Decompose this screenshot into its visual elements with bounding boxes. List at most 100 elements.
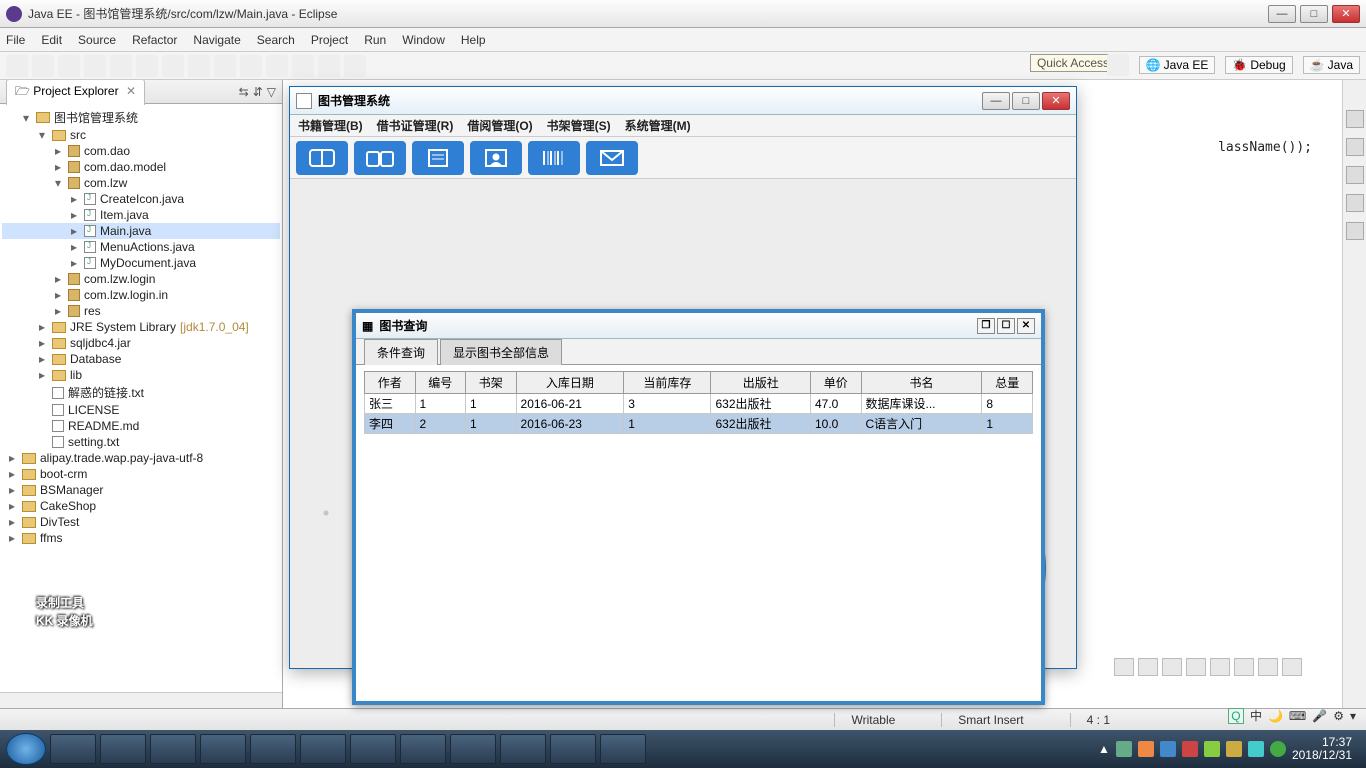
bottom-tool-icon[interactable] — [1114, 658, 1134, 676]
tree-mydocument[interactable]: ▸MyDocument.java — [2, 255, 280, 271]
task-recorder-icon[interactable] — [450, 734, 496, 764]
close-button[interactable]: ✕ — [1332, 5, 1360, 23]
task-paint-icon[interactable] — [300, 734, 346, 764]
tree-database[interactable]: ▸Database — [2, 351, 280, 367]
inner-maximize-button[interactable]: ☐ — [997, 318, 1015, 334]
tree-txt1[interactable]: 解惑的链接.txt — [2, 383, 280, 402]
tool-search-icon[interactable] — [266, 55, 288, 77]
task-wps-icon[interactable] — [550, 734, 596, 764]
tree-ffms[interactable]: ▸ffms — [2, 530, 280, 546]
tool-saveall-icon[interactable] — [58, 55, 80, 77]
perspective-debug[interactable]: 🐞 Debug — [1225, 56, 1292, 74]
cheatsheet-icon[interactable] — [1346, 222, 1364, 240]
tree-lib[interactable]: ▸lib — [2, 367, 280, 383]
menu-window[interactable]: Window — [402, 33, 445, 47]
tree-pkg-dao[interactable]: ▸com.dao — [2, 143, 280, 159]
task-folder-icon[interactable] — [250, 734, 296, 764]
tray-up-icon[interactable]: ▲ — [1098, 742, 1110, 756]
start-button[interactable] — [6, 733, 46, 765]
th-author[interactable]: 作者 — [365, 372, 416, 394]
tree-license[interactable]: LICENSE — [2, 402, 280, 418]
ime-keyboard-icon[interactable]: ⌨ — [1289, 709, 1306, 723]
bottom-tool-icon[interactable] — [1138, 658, 1158, 676]
table-row[interactable]: 张三112016-06-213632出版社47.0数据库课设...8 — [365, 394, 1033, 414]
inner-close-button[interactable]: ✕ — [1017, 318, 1035, 334]
tool-run-icon[interactable] — [136, 55, 158, 77]
tree-alipay[interactable]: ▸alipay.trade.wap.pay-java-utf-8 — [2, 450, 280, 466]
tree-pkg-res[interactable]: ▸res — [2, 303, 280, 319]
tree-pkg-lzw[interactable]: ▾com.lzw — [2, 175, 280, 191]
tray-icon[interactable] — [1160, 741, 1176, 757]
toolbar-user-icon[interactable] — [470, 141, 522, 175]
outline-icon[interactable] — [1346, 110, 1364, 128]
task-eclipse-icon[interactable] — [50, 734, 96, 764]
menu-source[interactable]: Source — [78, 33, 116, 47]
tray-icon[interactable] — [1226, 741, 1242, 757]
menu-navigate[interactable]: Navigate — [193, 33, 240, 47]
tree-readme[interactable]: README.md — [2, 418, 280, 434]
table-row[interactable]: 李四212016-06-231632出版社10.0C语言入门1 — [365, 414, 1033, 434]
th-stock[interactable]: 当前库存 — [624, 372, 711, 394]
th-name[interactable]: 书名 — [861, 372, 982, 394]
tool-build-icon[interactable] — [84, 55, 106, 77]
tool-newserver-icon[interactable] — [188, 55, 210, 77]
palette-icon[interactable] — [1346, 194, 1364, 212]
collapse-all-icon[interactable]: ⇆ — [239, 85, 249, 99]
tray-battery-icon[interactable] — [1270, 741, 1286, 757]
tool-task-icon[interactable] — [292, 55, 314, 77]
ime-settings-icon[interactable]: ⚙ — [1333, 709, 1344, 723]
maximize-button[interactable]: □ — [1300, 5, 1328, 23]
task-libraries-icon[interactable] — [200, 734, 246, 764]
bottom-tool-icon[interactable] — [1162, 658, 1182, 676]
task-eclipse2-icon[interactable] — [500, 734, 546, 764]
toolbar-barcode-icon[interactable] — [528, 141, 580, 175]
view-menu-icon[interactable]: ▽ — [267, 85, 276, 99]
th-id[interactable]: 编号 — [415, 372, 466, 394]
app-minimize-button[interactable]: — — [982, 92, 1010, 110]
tool-debug-icon[interactable] — [110, 55, 132, 77]
th-total[interactable]: 总量 — [982, 372, 1033, 394]
tree-createicon[interactable]: ▸CreateIcon.java — [2, 191, 280, 207]
minimize-button[interactable]: — — [1268, 5, 1296, 23]
tree-hscroll[interactable] — [0, 692, 282, 708]
task-chrome-icon[interactable] — [100, 734, 146, 764]
tree-main[interactable]: ▸Main.java — [2, 223, 280, 239]
close-view-icon[interactable]: ✕ — [126, 84, 136, 98]
perspective-java[interactable]: ☕ Java — [1303, 56, 1360, 74]
tree-cakeshop[interactable]: ▸CakeShop — [2, 498, 280, 514]
tray-icon[interactable] — [1182, 741, 1198, 757]
tasklist-icon[interactable] — [1346, 138, 1364, 156]
tool-fwd-icon[interactable] — [344, 55, 366, 77]
tree-pkg-dao-model[interactable]: ▸com.dao.model — [2, 159, 280, 175]
app-menu-borrow[interactable]: 借阅管理(O) — [467, 117, 532, 134]
app-menu-card[interactable]: 借书证管理(R) — [377, 117, 454, 134]
tool-save-icon[interactable] — [32, 55, 54, 77]
tray-clock[interactable]: 17:37 2018/12/31 — [1292, 736, 1352, 762]
tree-project-root[interactable]: ▾图书馆管理系统 — [2, 108, 280, 127]
ime-lang[interactable]: 中 — [1250, 707, 1262, 724]
bottom-tool-icon[interactable] — [1258, 658, 1278, 676]
quick-access[interactable]: Quick Access — [1030, 54, 1116, 72]
menu-project[interactable]: Project — [311, 33, 348, 47]
tray-icon[interactable] — [1204, 741, 1220, 757]
perspective-javaee[interactable]: 🌐 Java EE — [1139, 56, 1216, 74]
toolbar-list-icon[interactable] — [412, 141, 464, 175]
tree-jre[interactable]: ▸JRE System Library [jdk1.7.0_04] — [2, 319, 280, 335]
tree-sqljdbc[interactable]: ▸sqljdbc4.jar — [2, 335, 280, 351]
app-maximize-button[interactable]: □ — [1012, 92, 1040, 110]
toolbar-book-icon[interactable] — [296, 141, 348, 175]
tree-item[interactable]: ▸Item.java — [2, 207, 280, 223]
ime-menu-icon[interactable]: ▾ — [1350, 709, 1356, 723]
task-wechat-icon[interactable] — [400, 734, 446, 764]
tool-newpkg-icon[interactable] — [214, 55, 236, 77]
book-table[interactable]: 作者 编号 书架 入库日期 当前库存 出版社 单价 书名 总量 张三112016… — [364, 371, 1033, 434]
tree-pkg-lzw-login-in[interactable]: ▸com.lzw.login.in — [2, 287, 280, 303]
project-explorer-label[interactable]: 🗁 Project Explorer ✕ — [6, 79, 145, 105]
app-titlebar[interactable]: 图书管理系统 — □ ✕ — [290, 87, 1076, 115]
eclipse-titlebar[interactable]: Java EE - 图书馆管理系统/src/com/lzw/Main.java … — [0, 0, 1366, 28]
link-editor-icon[interactable]: ⇵ — [253, 85, 263, 99]
tree-divtest[interactable]: ▸DivTest — [2, 514, 280, 530]
snippets-icon[interactable] — [1346, 166, 1364, 184]
menu-file[interactable]: File — [6, 33, 25, 47]
tool-runlast-icon[interactable] — [162, 55, 184, 77]
